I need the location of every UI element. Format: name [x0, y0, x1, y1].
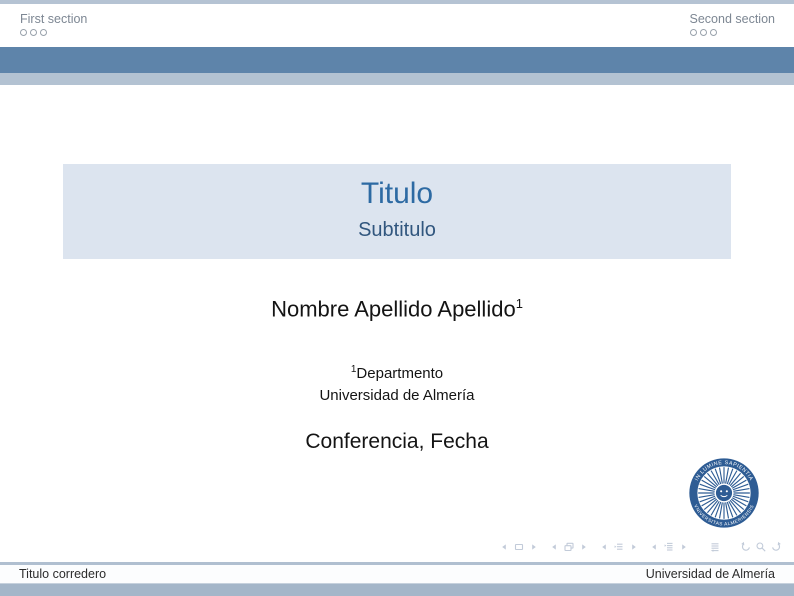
- nav-forward-icon[interactable]: [770, 541, 782, 553]
- seal-sun-eye: [720, 490, 722, 492]
- sidebar-item-first-section[interactable]: First section: [20, 12, 87, 36]
- nav-slide-icon[interactable]: [513, 541, 525, 553]
- nav-history-search-group: [740, 541, 782, 553]
- nav-prev-slide-icon[interactable]: [498, 541, 510, 553]
- university-seal-logo: IN LUMINE SAPIENTIA VNIVERSITAS ALMERIEN…: [686, 455, 762, 531]
- first-section-label[interactable]: First section: [20, 12, 87, 26]
- footer-bottom-bar: [0, 583, 794, 596]
- nav-section-group: [648, 541, 690, 553]
- nav-next-slide-icon[interactable]: [528, 541, 540, 553]
- beamer-navigation-bar: [498, 539, 782, 554]
- slide-dot[interactable]: [40, 29, 47, 36]
- nav-appendix-icon[interactable]: [709, 541, 721, 553]
- author-line: Nombre Apellido Apellido1: [0, 296, 794, 322]
- second-section-label[interactable]: Second section: [690, 12, 775, 26]
- institute-block: 1Departmento Universidad de Almería: [0, 359, 794, 406]
- institute-department: Departmento: [356, 365, 443, 382]
- second-section-slide-dots: [690, 29, 775, 36]
- institute-university: Universidad de Almería: [0, 385, 794, 407]
- author-footnote-mark: 1: [516, 296, 523, 311]
- header-blue-bar: [0, 47, 794, 73]
- nav-back-icon[interactable]: [740, 541, 752, 553]
- slide-dot[interactable]: [700, 29, 707, 36]
- seal-sun-face: [716, 485, 732, 501]
- institute-department-line: 1Departmento: [0, 359, 794, 385]
- nav-next-frame-icon[interactable]: [578, 541, 590, 553]
- nav-next-section-icon[interactable]: [678, 541, 690, 553]
- nav-frame-group: [548, 541, 590, 553]
- nav-prev-section-icon[interactable]: [648, 541, 660, 553]
- footer-institution: Universidad de Almería: [646, 567, 775, 581]
- nav-subsection-group: [598, 541, 640, 553]
- nav-slide-group: [498, 541, 540, 553]
- footer-short-title: Titulo corredero: [19, 567, 106, 581]
- sidebar-item-second-section[interactable]: Second section: [690, 12, 775, 36]
- nav-subsection-icon[interactable]: [613, 541, 625, 553]
- nav-section-icon[interactable]: [663, 541, 675, 553]
- footer: Titulo corredero Universidad de Almería: [0, 565, 794, 583]
- nav-frame-icon[interactable]: [563, 541, 575, 553]
- nav-prev-frame-icon[interactable]: [548, 541, 560, 553]
- first-section-slide-dots: [20, 29, 87, 36]
- slide-dot[interactable]: [20, 29, 27, 36]
- presentation-slide: First section Second section Titulo Subt…: [0, 0, 794, 596]
- nav-search-icon[interactable]: [755, 541, 767, 553]
- slide-dot[interactable]: [30, 29, 37, 36]
- seal-sun-eye: [726, 490, 728, 492]
- slide-dot[interactable]: [690, 29, 697, 36]
- page-title: Titulo: [63, 177, 731, 211]
- conference-date-line: Conferencia, Fecha: [0, 430, 794, 454]
- section-nav-header: First section Second section: [0, 4, 794, 47]
- header-light-bar: [0, 73, 794, 85]
- nav-prev-subsection-icon[interactable]: [598, 541, 610, 553]
- author-name: Nombre Apellido Apellido: [271, 296, 516, 321]
- title-box: Titulo Subtitulo: [63, 164, 731, 259]
- page-subtitle: Subtitulo: [63, 218, 731, 242]
- slide-dot[interactable]: [710, 29, 717, 36]
- nav-next-subsection-icon[interactable]: [628, 541, 640, 553]
